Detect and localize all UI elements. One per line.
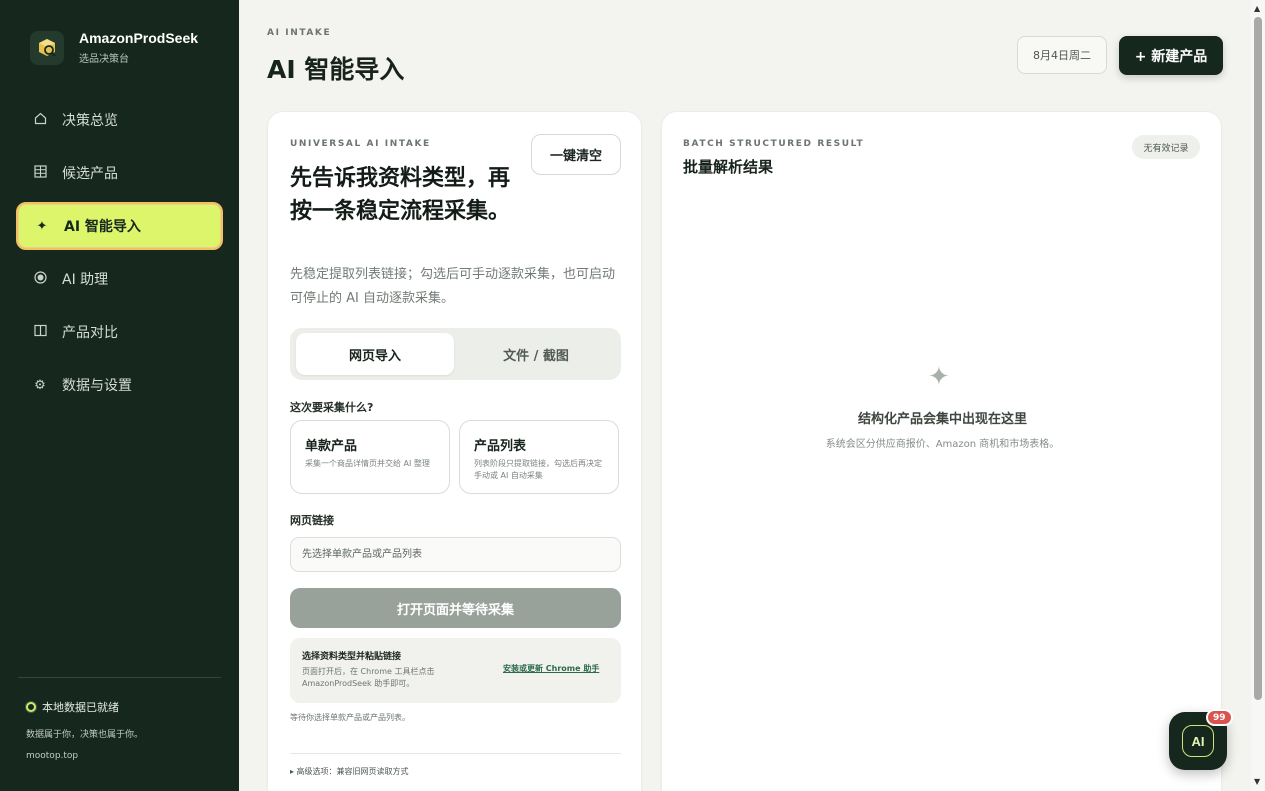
status-text: 本地数据已就绪 (42, 701, 119, 714)
option-single-product[interactable]: 单款产品 采集一个商品详情页并交给 AI 整理 (290, 420, 450, 494)
clear-all-button[interactable]: 一键清空 (531, 134, 621, 175)
option-title: 单款产品 (305, 439, 358, 454)
radio-icon (32, 270, 48, 288)
home-icon (32, 112, 48, 129)
tip-title: 选择资料类型并粘贴链接 (302, 652, 402, 662)
ai-icon: AI (1182, 725, 1214, 757)
ai-assistant-button[interactable]: AI 99 (1169, 709, 1233, 770)
collect-type-label: 这次要采集什么? (290, 401, 374, 414)
sidebar-item-candidates[interactable]: 候选产品 (16, 149, 223, 197)
tip-description: 页面打开后，在 Chrome 工具栏点击 AmazonProdSeek 助手即可… (302, 667, 435, 688)
page-eyebrow: AI INTAKE (267, 28, 332, 38)
columns-icon (32, 324, 48, 341)
install-chrome-helper-link[interactable]: 安装或更新 Chrome 助手 (503, 663, 599, 674)
sidebar-item-settings[interactable]: ⚙ 数据与设置 (16, 361, 223, 409)
sidebar-item-ai-import[interactable]: ✦ AI 智能导入 (16, 202, 223, 250)
helper-tip: 选择资料类型并粘贴链接 页面打开后，在 Chrome 工具栏点击 AmazonP… (290, 638, 621, 703)
result-title: 批量解析结果 (683, 158, 774, 176)
new-product-button[interactable]: + 新建产品 (1119, 36, 1223, 75)
sidebar-item-label: 决策总览 (62, 113, 118, 129)
sidebar: AmazonProdSeek 选品决策台 决策总览 候选产品 ✦ AI 智能导入… (0, 0, 239, 791)
status-dot-icon (26, 702, 36, 712)
sidebar-item-compare[interactable]: 产品对比 (16, 308, 223, 356)
sidebar-footer: 本地数据已就绪 数据属于你，决策也属于你。 mootop.top (26, 699, 143, 761)
tab-web-import[interactable]: 网页导入 (296, 333, 454, 375)
import-mode-tabs: 网页导入 文件 / 截图 (290, 328, 621, 380)
status-badge: 无有效记录 (1132, 135, 1200, 159)
empty-state-title: 结构化产品会集中出现在这里 (857, 412, 1027, 427)
result-card: BATCH STRUCTURED RESULT 批量解析结果 无有效记录 ✦ 结… (661, 111, 1222, 791)
scrollbar-thumb[interactable] (1254, 17, 1262, 700)
advanced-options-toggle[interactable]: ▸ 高级选项：兼容旧网页读取方式 (290, 766, 409, 777)
scroll-down-icon[interactable]: ▼ (1254, 777, 1260, 786)
option-description: 列表阶段只提取链接，勾选后再决定手动或 AI 自动采集 (474, 459, 602, 480)
open-page-button[interactable]: 打开页面并等待采集 (290, 588, 621, 628)
data-status: 本地数据已就绪 (26, 699, 143, 715)
brand[interactable]: AmazonProdSeek 选品决策台 (30, 30, 198, 65)
intake-card: UNIVERSAL AI INTAKE 一键清空 先告诉我资料类型，再按一条稳定… (267, 111, 642, 791)
sidebar-nav: 决策总览 候选产品 ✦ AI 智能导入 AI 助理 产品对比 ⚙ 数据与设置 (16, 96, 223, 414)
sidebar-item-ai-assistant[interactable]: AI 助理 (16, 255, 223, 303)
url-label: 网页链接 (290, 514, 334, 527)
footer-site-link[interactable]: mootop.top (26, 751, 143, 761)
sparkle-icon: ✦ (36, 218, 48, 234)
sidebar-item-label: AI 智能导入 (64, 219, 141, 235)
url-input[interactable] (290, 537, 621, 572)
page-title: AI 智能导入 (267, 55, 405, 84)
scroll-up-icon[interactable]: ▲ (1254, 4, 1260, 13)
result-eyebrow: BATCH STRUCTURED RESULT (683, 139, 865, 149)
footer-tagline: 数据属于你，决策也属于你。 (26, 730, 144, 740)
date-chip: 8月4日周二 (1017, 36, 1107, 74)
intake-headline: 先告诉我资料类型，再按一条稳定流程采集。 (290, 166, 511, 224)
empty-state-description: 系统会区分供应商报价、Amazon 商机和市场表格。 (825, 439, 1060, 450)
tab-file-screenshot[interactable]: 文件 / 截图 (457, 333, 615, 375)
intake-description: 先稳定提取列表链接；勾选后可手动逐款采集，也可启动可停止的 AI 自动逐款采集。 (290, 267, 616, 306)
option-description: 采集一个商品详情页并交给 AI 整理 (305, 459, 430, 468)
option-product-list[interactable]: 产品列表 列表阶段只提取链接，勾选后再决定手动或 AI 自动采集 (459, 420, 619, 494)
sidebar-item-label: AI 助理 (62, 272, 109, 288)
sidebar-item-label: 候选产品 (62, 166, 118, 182)
grid-icon (32, 164, 48, 182)
logo-icon (30, 30, 64, 65)
app-subtitle: 选品决策台 (79, 54, 129, 65)
intake-eyebrow: UNIVERSAL AI INTAKE (290, 139, 431, 149)
app-name: AmazonProdSeek (79, 30, 199, 46)
sidebar-divider (18, 677, 221, 678)
waiting-status: 等待你选择单款产品或产品列表。 (290, 713, 410, 722)
divider (290, 753, 621, 754)
sidebar-item-label: 数据与设置 (62, 378, 132, 394)
gear-icon: ⚙ (34, 377, 46, 393)
page-scrollbar[interactable]: ▲ ▼ (1251, 0, 1265, 791)
sidebar-item-label: 产品对比 (62, 325, 118, 341)
notification-badge: 99 (1206, 709, 1233, 726)
sidebar-item-overview[interactable]: 决策总览 (16, 96, 223, 144)
sparkle-icon: ✦ (928, 362, 950, 392)
option-title: 产品列表 (474, 439, 527, 454)
